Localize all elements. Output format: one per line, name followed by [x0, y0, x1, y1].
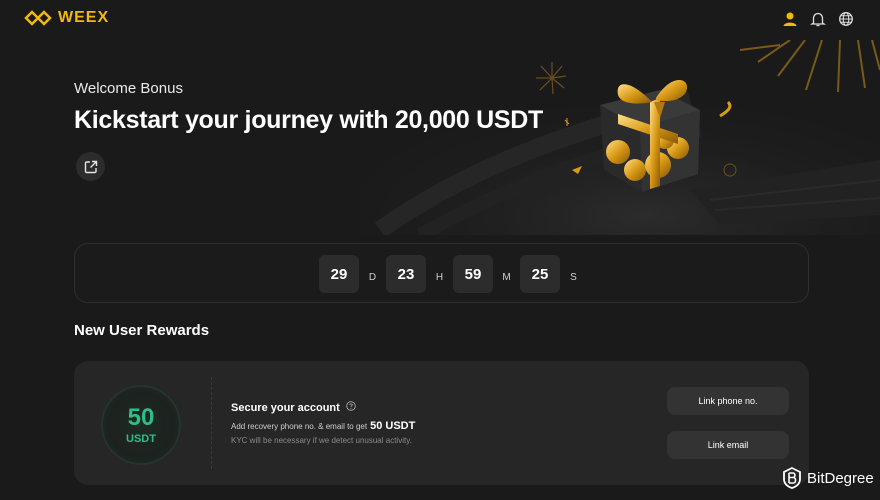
link-email-button[interactable]: Link email [667, 431, 789, 459]
link-phone-button[interactable]: Link phone no. [667, 387, 789, 415]
countdown-seconds: 25 [520, 255, 560, 293]
brand-name: WEEX [58, 9, 110, 26]
info-icon[interactable] [346, 401, 356, 414]
share-icon [84, 160, 97, 173]
welcome-bonus-label: Welcome Bonus [74, 80, 183, 97]
countdown-days: 29 [319, 255, 359, 293]
countdown-timer: 29 D 23 H 59 M 25 S [74, 243, 809, 303]
user-icon[interactable] [782, 11, 798, 27]
top-bar: WEEX [0, 0, 880, 40]
countdown-minutes: 59 [453, 255, 493, 293]
hero-illustration [360, 40, 880, 235]
task-title-text: Secure your account [231, 401, 340, 414]
reward-badge: 50 USDT [101, 385, 181, 465]
countdown-hours: 23 [386, 255, 426, 293]
section-title-new-user-rewards: New User Rewards [74, 322, 210, 339]
bitdegree-watermark: BitDegree [782, 467, 874, 489]
countdown-unit-days: D [368, 271, 377, 283]
watermark-text: BitDegree [807, 469, 874, 487]
task-reward-amount: 50 USDT [370, 420, 416, 432]
task-description-text: Add recovery phone no. & email to get [231, 422, 368, 431]
bell-icon[interactable] [810, 11, 826, 27]
reward-amount: 50 [127, 404, 155, 431]
countdown-unit-minutes: M [502, 271, 511, 283]
bitdegree-logo-icon [783, 467, 801, 489]
countdown-unit-seconds: S [570, 271, 577, 283]
kyc-note: KYC will be necessary if we detect unusu… [231, 436, 412, 445]
reward-currency: USDT [126, 433, 156, 445]
weex-logo[interactable]: WEEX [24, 9, 109, 27]
globe-icon[interactable] [838, 11, 854, 27]
hero-headline: Kickstart your journey with 20,000 USDT [74, 106, 544, 134]
card-divider [211, 377, 212, 469]
hero-banner: Welcome Bonus Kickstart your journey wit… [0, 40, 880, 235]
share-button[interactable] [76, 152, 105, 181]
weex-logo-icon [24, 10, 52, 26]
reward-card: 50 USDT Secure your account Add recovery… [74, 361, 809, 485]
task-description: Add recovery phone no. & email to get 50… [231, 420, 415, 432]
countdown-unit-hours: H [435, 271, 444, 283]
task-title: Secure your account [231, 401, 356, 414]
